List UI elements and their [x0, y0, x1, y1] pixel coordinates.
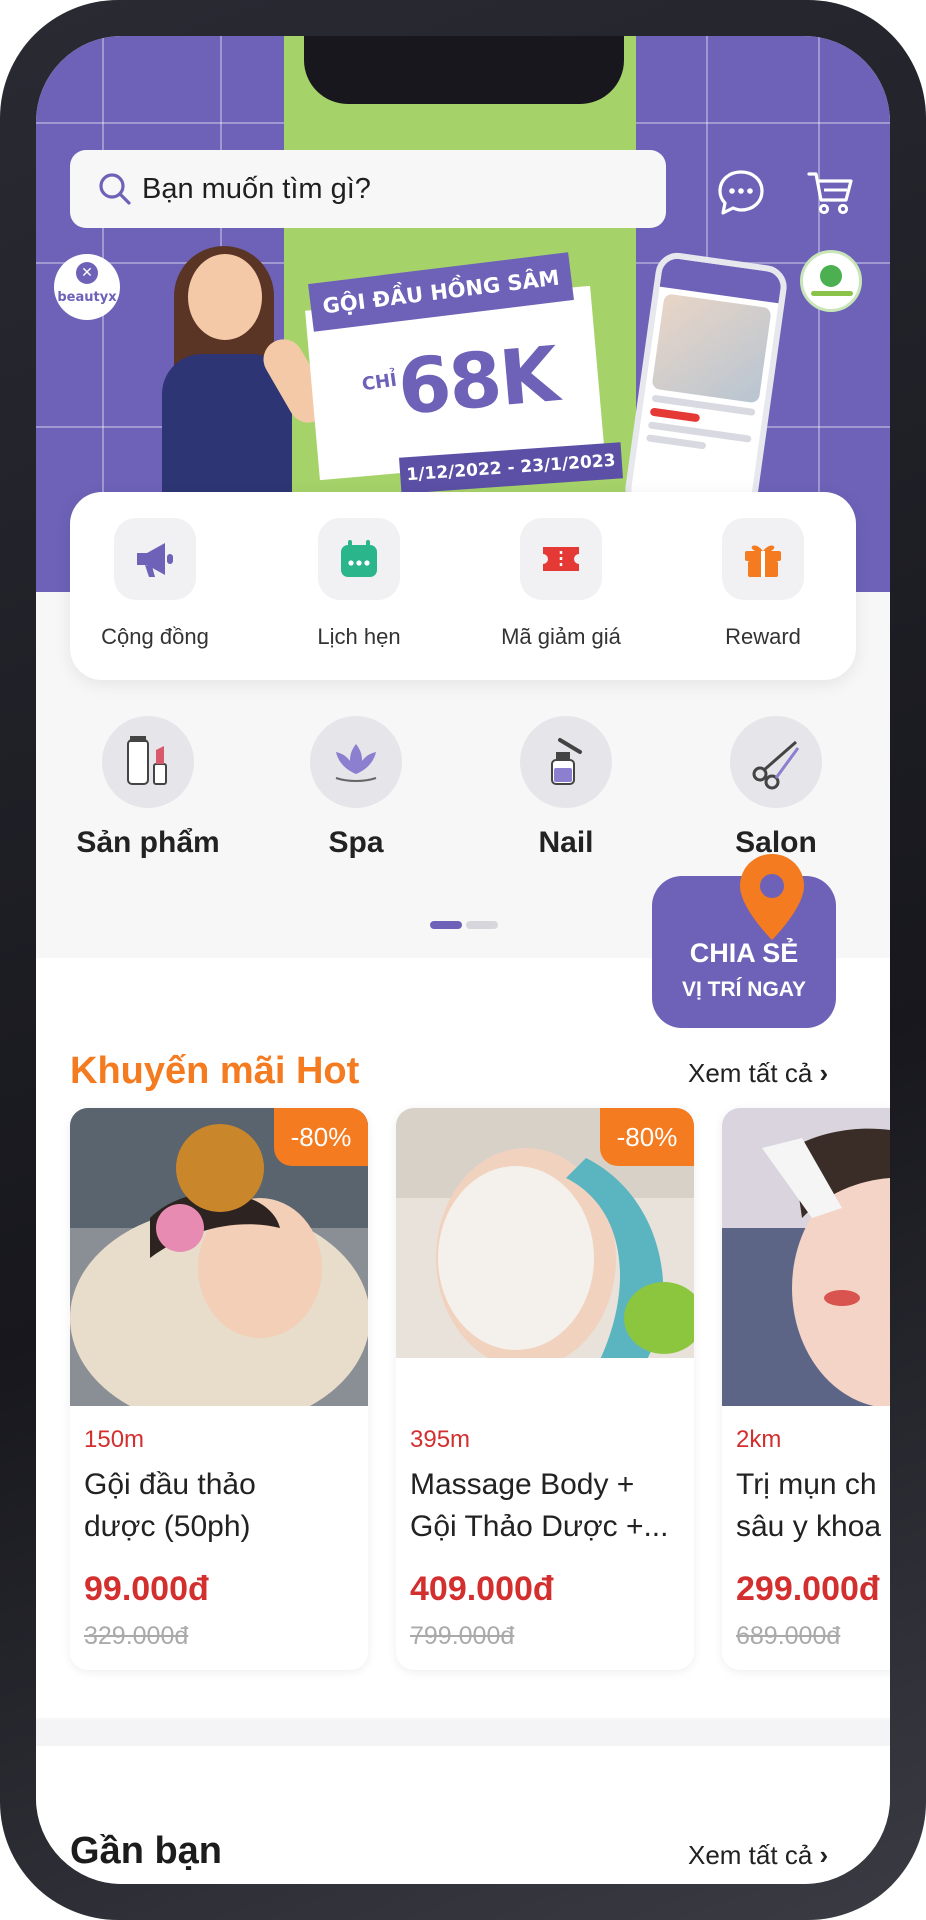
ticket-icon	[543, 547, 579, 571]
category-bubble	[730, 716, 822, 808]
quick-action-bubble	[520, 518, 602, 600]
category-label: Sản phẩm	[76, 826, 220, 859]
section-divider	[36, 1720, 890, 1746]
quick-action-bubble	[318, 518, 400, 600]
deal-name: Gội đầu thảo dược (50ph)	[84, 1464, 364, 1548]
category-bubble	[520, 716, 612, 808]
deal-name-line1: Gội đầu thảo	[84, 1468, 256, 1501]
discount-badge: -80%	[600, 1108, 694, 1166]
deal-distance: 2km	[736, 1426, 782, 1453]
category-bubble	[102, 716, 194, 808]
location-pin-icon	[740, 854, 804, 940]
lotus-icon	[335, 744, 377, 782]
pager-dot-active	[430, 921, 462, 929]
deal-price: 409.000đ	[410, 1570, 554, 1608]
nail-polish-icon	[551, 738, 582, 785]
category-label: Nail	[538, 826, 594, 859]
promo-price: 68K	[394, 329, 561, 432]
chat-bubble-icon[interactable]	[716, 168, 766, 218]
deal-name-line1: Massage Body +	[410, 1468, 635, 1501]
deal-name-line1: Trị mụn ch	[736, 1468, 877, 1501]
phone-frame: GỘI ĐẦU HỒNG SÂM CHỈ 68K 1/12/2022 - 23/…	[0, 0, 926, 1920]
pager-dot	[466, 921, 498, 929]
deal-name-line2: sâu y khoa	[736, 1510, 882, 1543]
discount-badge: -80%	[274, 1108, 368, 1166]
quick-actions-card: Cộng đồng Lịch hẹn Mã giảm giá Reward	[70, 492, 856, 680]
deal-name-line2: Gội Thảo Dược +...	[410, 1510, 669, 1543]
see-all-label: Xem tất cả	[688, 1058, 813, 1088]
quick-action-coupons[interactable]: Mã giảm giá	[476, 518, 646, 650]
share-location-line2: VỊ TRÍ NGAY	[681, 978, 807, 1001]
deal-card[interactable]: -80% 395m Massage Body + Gội Thảo Dược +…	[396, 1108, 694, 1670]
deal-name: Trị mụn ch sâu y khoa	[736, 1464, 890, 1548]
quick-action-reward[interactable]: Reward	[678, 518, 848, 650]
search-placeholder: Bạn muốn tìm gì?	[142, 173, 371, 205]
quick-action-label: Lịch hẹn	[317, 624, 401, 649]
deal-old-price: 799.000đ	[410, 1622, 515, 1650]
cart-icon[interactable]	[806, 168, 856, 218]
hot-deals-title: Khuyến mãi Hot	[70, 1050, 360, 1092]
deal-name-line2: dược (50ph)	[84, 1510, 251, 1543]
category-label: Spa	[328, 826, 384, 859]
cosmetics-icon	[127, 736, 167, 785]
quick-action-bubble	[722, 518, 804, 600]
category-products[interactable]: Sản phẩm	[48, 716, 248, 860]
beautyx-logo: ✕ beautyx	[54, 254, 120, 320]
partner-logo	[800, 250, 862, 312]
quick-action-label: Mã giảm giá	[501, 624, 621, 649]
deal-card[interactable]: 2km Trị mụn ch sâu y khoa 299.000đ 689.0…	[722, 1108, 890, 1670]
quick-action-label: Reward	[725, 624, 801, 649]
chevron-right-icon: ›	[819, 1058, 829, 1088]
deal-distance: 150m	[84, 1426, 145, 1453]
quick-action-bubble	[114, 518, 196, 600]
quick-action-label: Cộng đồng	[101, 624, 209, 649]
category-nail[interactable]: Nail	[466, 716, 666, 860]
share-location-line1: CHIA SẺ	[689, 938, 799, 968]
deal-old-price: 689.000đ	[736, 1622, 841, 1650]
deal-distance: 395m	[410, 1426, 471, 1453]
scissors-icon	[752, 740, 800, 790]
search-input[interactable]: Bạn muốn tìm gì?	[70, 150, 666, 228]
deal-card[interactable]: -80% 150m Gội đầu thảo dược (50ph) 99.00…	[70, 1108, 368, 1670]
category-spa[interactable]: Spa	[256, 716, 456, 860]
near-you-see-all[interactable]: Xem tất cả ›	[688, 1840, 828, 1871]
deal-price: 299.000đ	[736, 1570, 880, 1608]
near-you-title: Gần bạn	[70, 1830, 223, 1872]
chevron-right-icon: ›	[819, 1840, 829, 1870]
megaphone-icon	[137, 543, 173, 577]
deal-old-price: 329.000đ	[84, 1622, 189, 1650]
category-salon[interactable]: Salon	[676, 716, 876, 860]
beautyx-logo-text: beautyx	[57, 290, 117, 305]
category-pager-dots	[430, 914, 502, 933]
banner-model-image	[126, 246, 336, 534]
calendar-icon	[341, 540, 377, 577]
app-screen: GỘI ĐẦU HỒNG SÂM CHỈ 68K 1/12/2022 - 23/…	[36, 36, 890, 1884]
search-icon	[99, 173, 131, 205]
see-all-label: Xem tất cả	[688, 1840, 813, 1870]
quick-action-appointments[interactable]: Lịch hẹn	[274, 518, 444, 650]
deal-image	[722, 1108, 890, 1406]
deal-price: 99.000đ	[84, 1570, 209, 1608]
deal-name: Massage Body + Gội Thảo Dược +...	[410, 1464, 690, 1548]
banner-phone-mockup	[622, 250, 790, 526]
hot-deals-see-all[interactable]: Xem tất cả ›	[688, 1058, 828, 1089]
phone-notch	[304, 36, 624, 104]
category-bubble	[310, 716, 402, 808]
quick-action-community[interactable]: Cộng đồng	[70, 518, 240, 650]
gift-icon	[745, 545, 781, 577]
